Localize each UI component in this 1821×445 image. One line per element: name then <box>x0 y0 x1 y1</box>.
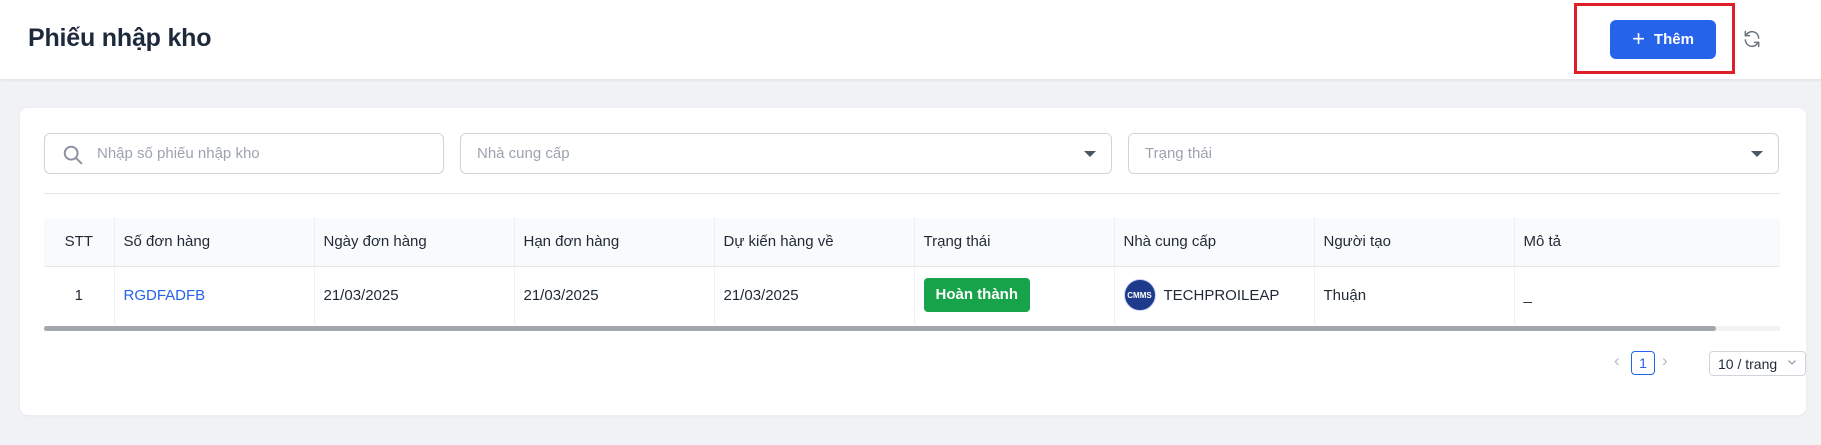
column-header-creator: Người tạo <box>1314 218 1515 267</box>
pagination: ‹ <box>1614 351 1620 371</box>
column-header-status: Trạng thái <box>914 218 1115 267</box>
refresh-icon[interactable] <box>1742 29 1762 49</box>
cell-creator: Thuận <box>1314 266 1515 324</box>
caret-down-icon <box>1084 151 1096 157</box>
supplier-name: TECHPROILEAP <box>1163 286 1280 304</box>
column-header-order-no: Số đơn hàng <box>114 218 315 267</box>
page-number-button[interactable]: 1 <box>1631 351 1655 375</box>
cell-supplier: CMMS TECHPROILEAP <box>1114 266 1315 324</box>
pagination-current: 1 <box>1631 351 1655 375</box>
column-header-stt: STT <box>44 218 115 267</box>
status-badge: Hoàn thành <box>923 278 1030 313</box>
column-header-supplier: Nhà cung cấp <box>1114 218 1315 267</box>
page-size-select[interactable]: 10 / trang <box>1709 351 1806 376</box>
cell-description: _ <box>1523 286 1532 304</box>
status-placeholder: Trạng thái <box>1145 145 1212 162</box>
supplier-placeholder: Nhà cung cấp <box>477 145 570 162</box>
column-header-expected-date: Dự kiến hàng về <box>714 218 915 267</box>
caret-down-icon <box>1751 151 1763 157</box>
plus-icon: + <box>1632 25 1645 51</box>
cell-status: Hoàn thành <box>914 266 1115 324</box>
content-card: Nhập số phiếu nhập kho Nhà cung cấp Trạn… <box>20 108 1806 415</box>
page-header: Phiếu nhập kho + Thêm <box>0 0 1821 80</box>
divider <box>44 193 1780 194</box>
horizontal-scrollbar-thumb[interactable] <box>44 326 1716 331</box>
column-header-description: Mô tả <box>1514 218 1780 267</box>
next-page-icon[interactable]: › <box>1662 351 1668 371</box>
column-header-due-date: Hạn đơn hàng <box>514 218 715 267</box>
supplier-select[interactable]: Nhà cung cấp <box>460 133 1112 174</box>
supplier-logo: CMMS <box>1123 279 1156 312</box>
table-row[interactable]: 1 RGDFADFB 21/03/2025 21/03/2025 21/03/2… <box>44 266 1780 324</box>
search-input[interactable]: Nhập số phiếu nhập kho <box>44 133 444 174</box>
table-header-row: STT Số đơn hàng Ngày đơn hàng Hạn đơn hà… <box>44 218 1780 267</box>
pagination-next: › <box>1662 351 1668 371</box>
orders-table: STT Số đơn hàng Ngày đơn hàng Hạn đơn hà… <box>44 218 1780 324</box>
page-title: Phiếu nhập kho <box>28 24 212 52</box>
add-button-label: Thêm <box>1653 31 1694 48</box>
search-placeholder: Nhập số phiếu nhập kho <box>97 145 260 162</box>
cell-due-date: 21/03/2025 <box>514 266 715 324</box>
chevron-down-icon <box>1788 360 1796 365</box>
cell-expected-date: 21/03/2025 <box>714 266 915 324</box>
column-header-order-date: Ngày đơn hàng <box>314 218 515 267</box>
cell-order-no: RGDFADFB <box>114 266 315 324</box>
cell-stt: 1 <box>44 266 115 324</box>
status-select[interactable]: Trạng thái <box>1128 133 1779 174</box>
search-icon <box>63 145 83 165</box>
cell-order-date: 21/03/2025 <box>314 266 515 324</box>
page-size-label: 10 / trang <box>1718 355 1778 372</box>
order-link[interactable]: RGDFADFB <box>124 287 206 304</box>
add-button[interactable]: + Thêm <box>1610 20 1716 59</box>
prev-page-icon[interactable]: ‹ <box>1614 351 1620 371</box>
